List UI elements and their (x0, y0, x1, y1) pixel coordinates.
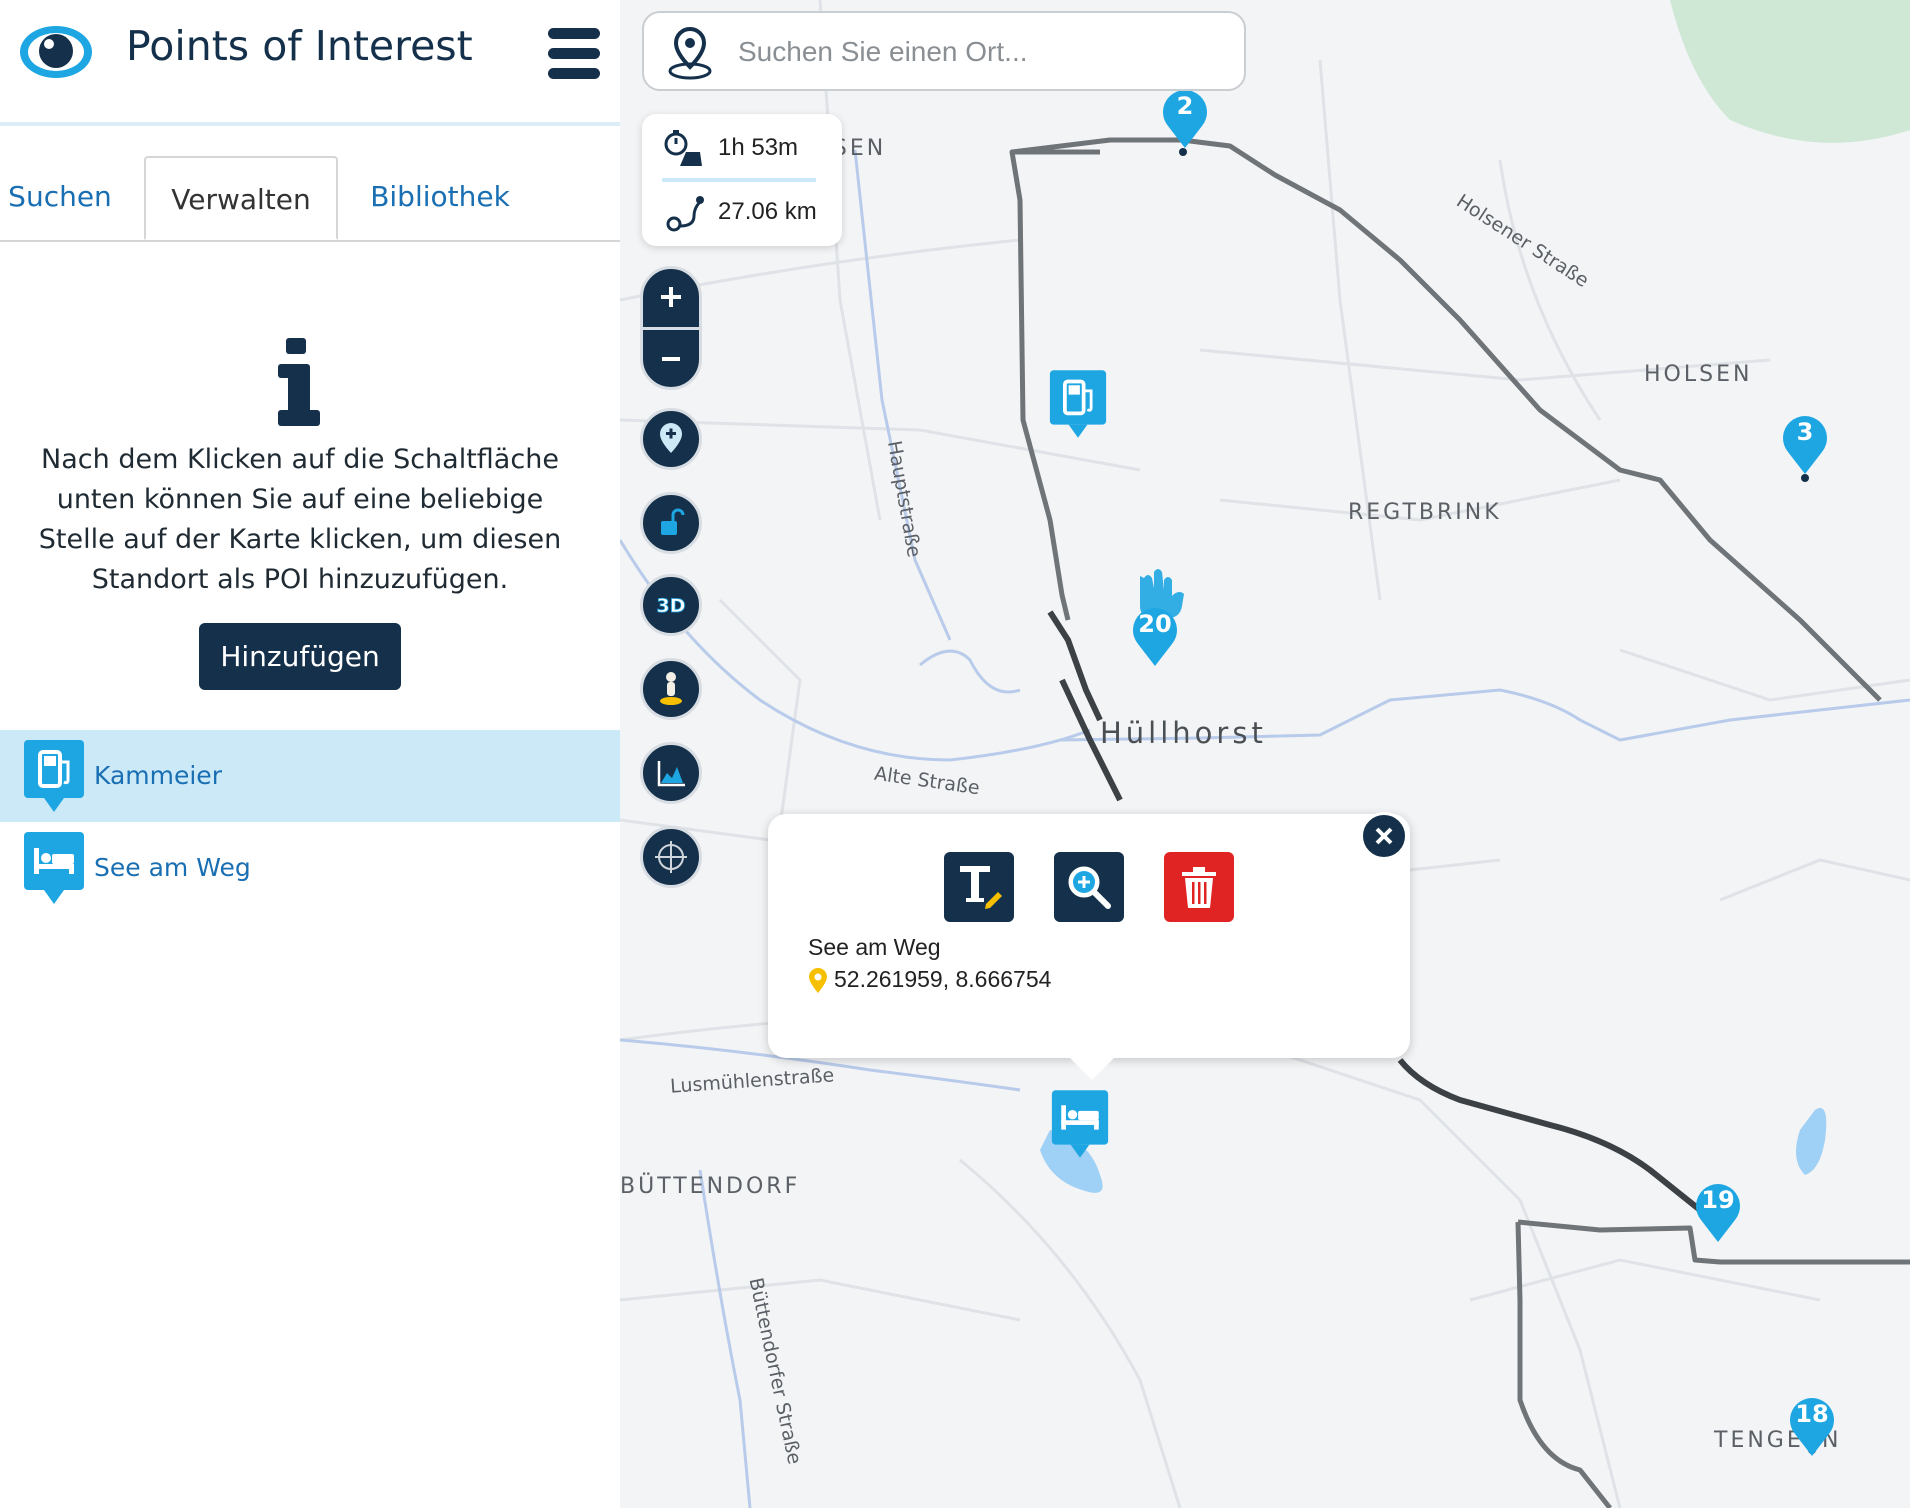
hotel-bed-icon (24, 832, 84, 904)
fuel-pump-icon (24, 740, 84, 812)
route-divider (662, 178, 816, 182)
tab-verwalten[interactable]: Verwalten (144, 156, 338, 240)
app-title: Points of Interest (126, 22, 473, 70)
stopwatch-car-icon (664, 130, 702, 166)
elevation-control[interactable] (640, 742, 702, 804)
add-poi-button[interactable]: Hinzufügen (199, 623, 401, 690)
zoom-to-icon (1068, 866, 1111, 909)
poi-list-item-kammeier[interactable]: Kammeier (0, 730, 620, 822)
place-label-holsen: HOLSEN (1644, 362, 1753, 387)
edit-text-icon (960, 866, 1002, 909)
fuel-pump-icon[interactable] (1048, 368, 1108, 440)
location-pin-icon (809, 968, 827, 993)
zoom-to-button[interactable] (1054, 852, 1124, 922)
lock-control[interactable] (640, 492, 702, 554)
place-label-huellhorst: Hüllhorst (1100, 716, 1267, 750)
poi-list-item-label: Kammeier (94, 761, 222, 790)
waypoint-pin[interactable]: 20 (1130, 604, 1180, 668)
edit-text-button[interactable] (944, 852, 1014, 922)
unlock-icon (661, 508, 685, 535)
poi-popup: See am Weg 52.261959, 8.666754 (768, 812, 1410, 1080)
poi-list-item-label: See am Weg (94, 853, 251, 882)
waypoint-pin[interactable]: 2 (1160, 86, 1210, 150)
street-view-icon (660, 672, 682, 705)
popup-poi-name: See am Weg (808, 934, 941, 960)
locate-crosshair-icon (655, 841, 687, 873)
add-poi-control[interactable] (640, 408, 702, 470)
info-description: Nach dem Klicken auf die Schaltfläche un… (38, 444, 562, 595)
info-icon (278, 338, 320, 426)
search-box (642, 11, 1246, 91)
waypoint-pin[interactable]: 18 (1787, 1394, 1837, 1458)
hotel-bed-icon[interactable] (1050, 1088, 1110, 1160)
place-label-regtbrink: REGTBRINK (1348, 500, 1502, 525)
map-view[interactable]: AHLSEN HOLSEN REGTBRINK Hüllhorst BÜTTEN… (620, 0, 1910, 1508)
tab-bar: Suchen Verwalten Bibliothek (0, 156, 620, 242)
tab-bibliothek[interactable]: Bibliothek (360, 156, 520, 238)
popup-coordinates-text: 52.261959, 8.666754 (834, 966, 1052, 992)
place-label-buettendorf: BÜTTENDORF (620, 1174, 801, 1199)
poi-list-item-see-am-weg[interactable]: See am Weg (0, 822, 620, 914)
zoom-out-icon[interactable] (643, 331, 699, 387)
route-distance: 27.06 km (718, 198, 817, 225)
close-icon (1375, 827, 1393, 845)
waypoint-pin[interactable]: 19 (1693, 1180, 1743, 1244)
route-duration: 1h 53m (718, 134, 799, 161)
search-input[interactable] (736, 25, 1220, 79)
waypoint-pin[interactable]: 3 (1780, 412, 1830, 476)
popup-close-button[interactable] (1360, 812, 1408, 860)
3d-control[interactable]: 3D (640, 574, 702, 636)
sidebar: Points of Interest Suchen Verwalten Bibl… (0, 0, 620, 1508)
zoom-in-icon[interactable] (643, 269, 699, 327)
zoom-control (640, 266, 702, 390)
elevation-chart-icon (657, 761, 685, 787)
hamburger-menu-icon[interactable] (548, 28, 600, 80)
svg-text:3D: 3D (657, 595, 686, 617)
route-info-box: 1h 53m 27.06 km (642, 114, 842, 246)
locate-control[interactable] (640, 826, 702, 888)
add-poi-icon (660, 423, 682, 453)
3d-icon: 3D (656, 595, 686, 618)
location-pin-icon (668, 26, 712, 80)
route-distance-icon (666, 196, 704, 232)
eye-icon (20, 26, 92, 78)
tab-suchen[interactable]: Suchen (0, 156, 120, 238)
sidebar-header: Points of Interest (0, 0, 620, 126)
delete-button[interactable] (1164, 852, 1234, 922)
trash-icon (1182, 867, 1216, 908)
street-view-control[interactable] (640, 658, 702, 720)
